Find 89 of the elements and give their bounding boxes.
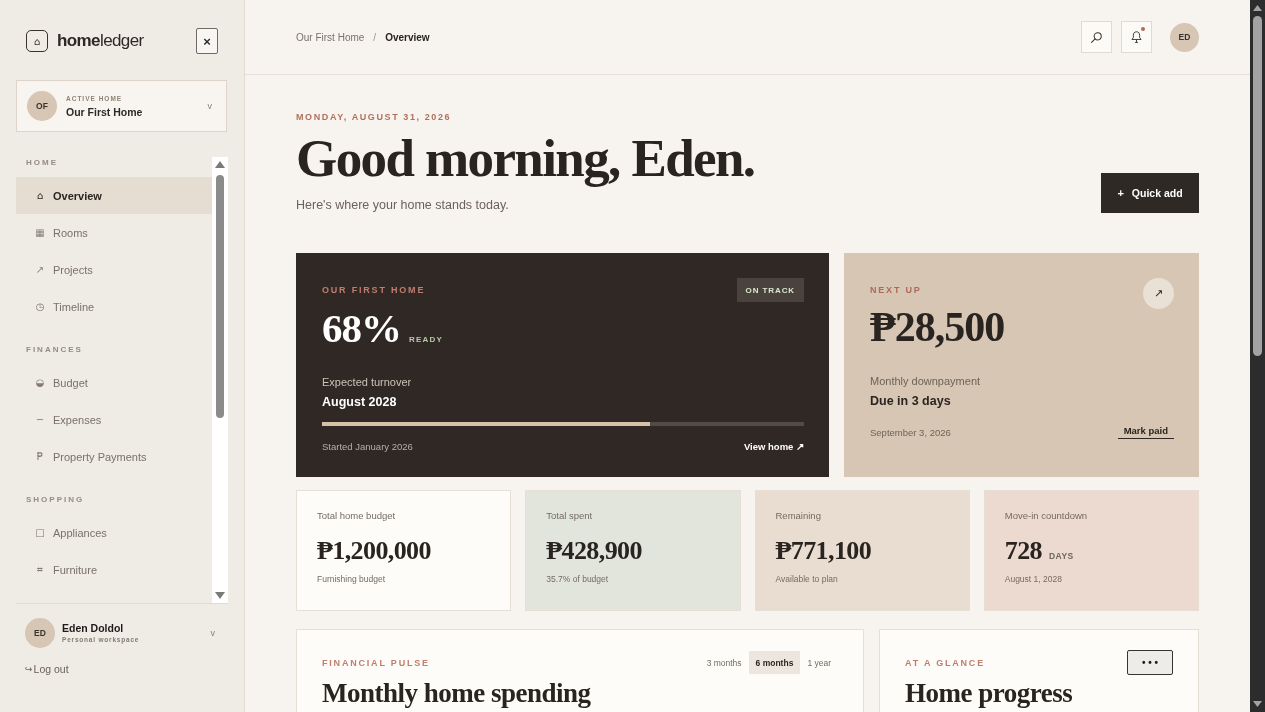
scroll-up-icon[interactable]	[215, 161, 225, 168]
search-button[interactable]	[1081, 21, 1112, 53]
stat-value: 728	[1004, 536, 1042, 566]
card-eyebrow: OUR FIRST HOME	[322, 284, 426, 296]
scrollbar[interactable]	[1250, 0, 1265, 712]
stat-note: Available to plan	[775, 574, 838, 585]
nav-item[interactable]: ₱ Property Payments	[16, 438, 212, 475]
turnover-label: Expected turnover	[322, 375, 412, 389]
arrow-icon: ↗	[33, 264, 47, 275]
scrollbar-thumb[interactable]	[216, 175, 224, 418]
payment-amount: ₱28,500	[870, 307, 1005, 347]
user-avatar[interactable]: ED	[25, 618, 55, 648]
nav-item[interactable]: − Expenses	[16, 401, 212, 438]
breadcrumb-separator: /	[373, 31, 377, 43]
card-title: Monthly home spending	[322, 678, 591, 708]
open-details-button[interactable]: ↗	[1143, 278, 1174, 309]
breadcrumb-item[interactable]: Our First Home	[296, 31, 365, 43]
clock-icon: ◷	[33, 301, 47, 312]
mark-paid-button[interactable]: Mark paid	[1117, 425, 1174, 439]
stat-label: Total spent	[546, 510, 593, 522]
breadcrumb-item[interactable]: Overview	[385, 31, 430, 43]
scrollbar[interactable]	[212, 157, 228, 603]
stat-label: Total home budget	[317, 510, 396, 522]
start-date: Started January 2026	[322, 441, 413, 452]
stat-value: ₱1,200,000	[317, 536, 431, 566]
user-name: Eden Doldol	[62, 621, 124, 635]
scroll-down-icon[interactable]	[1253, 701, 1262, 707]
logo-wordmark: homeledger	[57, 31, 144, 51]
plus-icon: +	[1117, 187, 1124, 199]
nav-item[interactable]: ◒ Budget	[16, 364, 212, 401]
more-button[interactable]: • • •	[1127, 650, 1173, 675]
scrollbar-thumb[interactable]	[1253, 16, 1262, 356]
close-button[interactable]: ×	[196, 28, 218, 54]
progress-label: READY	[409, 335, 443, 344]
nav-item[interactable]: □ Appliances	[16, 514, 212, 551]
nav-item[interactable]: ▦ Rooms	[16, 214, 212, 251]
scroll-down-icon[interactable]	[215, 592, 225, 599]
half-circle-icon: ◒	[33, 377, 47, 388]
stat-note: August 1, 2028	[1004, 574, 1062, 585]
house-icon: ⌂	[33, 190, 47, 201]
nav-item[interactable]: ↗ Projects	[16, 251, 212, 288]
nav-item[interactable]: ⌂ Overview	[16, 177, 212, 214]
progress-percent: 68%	[322, 308, 401, 348]
due-date: September 3, 2026	[870, 426, 951, 438]
bell-icon	[1131, 31, 1142, 43]
greeting-subtitle: Here's where your home stands today.	[296, 197, 509, 213]
status-badge: ON TRACK	[736, 278, 804, 302]
logout-icon: ↪	[25, 664, 33, 674]
range-tab[interactable]: 3 months	[699, 651, 749, 674]
card-title: Home progress	[905, 678, 1073, 708]
peso-sign-icon: ₱	[33, 451, 47, 462]
grid-icon: ▦	[33, 227, 47, 238]
house-logo-icon: ⌂	[26, 30, 48, 52]
stat-value: ₱428,900	[546, 536, 642, 566]
card-eyebrow: AT A GLANCE	[905, 656, 985, 669]
active-home-name: Our First Home	[66, 105, 143, 119]
caret-icon[interactable]: v	[210, 628, 215, 638]
section-title: SHOPPING	[26, 494, 85, 506]
card-eyebrow: FINANCIAL PULSE	[322, 656, 430, 669]
turnover-date: August 2028	[322, 394, 397, 410]
minus-icon: −	[33, 414, 47, 425]
stat-value: ₱771,100	[775, 536, 872, 566]
user-avatar[interactable]: ED	[1170, 22, 1199, 52]
stat-note: Furnishing budget	[317, 574, 386, 585]
scroll-up-icon[interactable]	[1253, 5, 1262, 11]
stat-label: Remaining	[775, 510, 821, 522]
view-home-link[interactable]: View home ↗	[743, 441, 804, 452]
stat-note: 35.7% of budget	[546, 574, 609, 585]
nav-item[interactable]: ⌗ Furniture	[16, 551, 212, 588]
section-title: HOME	[26, 157, 58, 169]
date-label: MONDAY, AUGUST 31, 2026	[296, 111, 452, 123]
notifications-button[interactable]	[1121, 21, 1152, 53]
caret-icon: v	[207, 101, 212, 111]
stat-unit: DAYS	[1048, 551, 1074, 561]
square-icon: □	[33, 527, 47, 538]
range-tab[interactable]: 1 year	[800, 651, 838, 674]
due-text: Due in 3 days	[870, 393, 951, 409]
payment-label: Monthly downpayment	[870, 374, 981, 388]
nav-item[interactable]: ◷ Timeline	[16, 288, 212, 325]
search-icon	[1091, 31, 1102, 43]
stat-label: Move-in countdown	[1004, 510, 1088, 522]
home-avatar: OF	[27, 91, 57, 121]
quick-add-button[interactable]: + Quick add	[1101, 173, 1199, 213]
range-tab[interactable]: 6 months	[748, 651, 801, 674]
card-eyebrow: NEXT UP	[870, 284, 922, 296]
hash-icon: ⌗	[33, 564, 47, 575]
greeting-heading: Good morning, Eden.	[296, 131, 755, 185]
logout-button[interactable]: ↪Log out	[25, 663, 69, 675]
section-title: FINANCES	[26, 344, 83, 356]
